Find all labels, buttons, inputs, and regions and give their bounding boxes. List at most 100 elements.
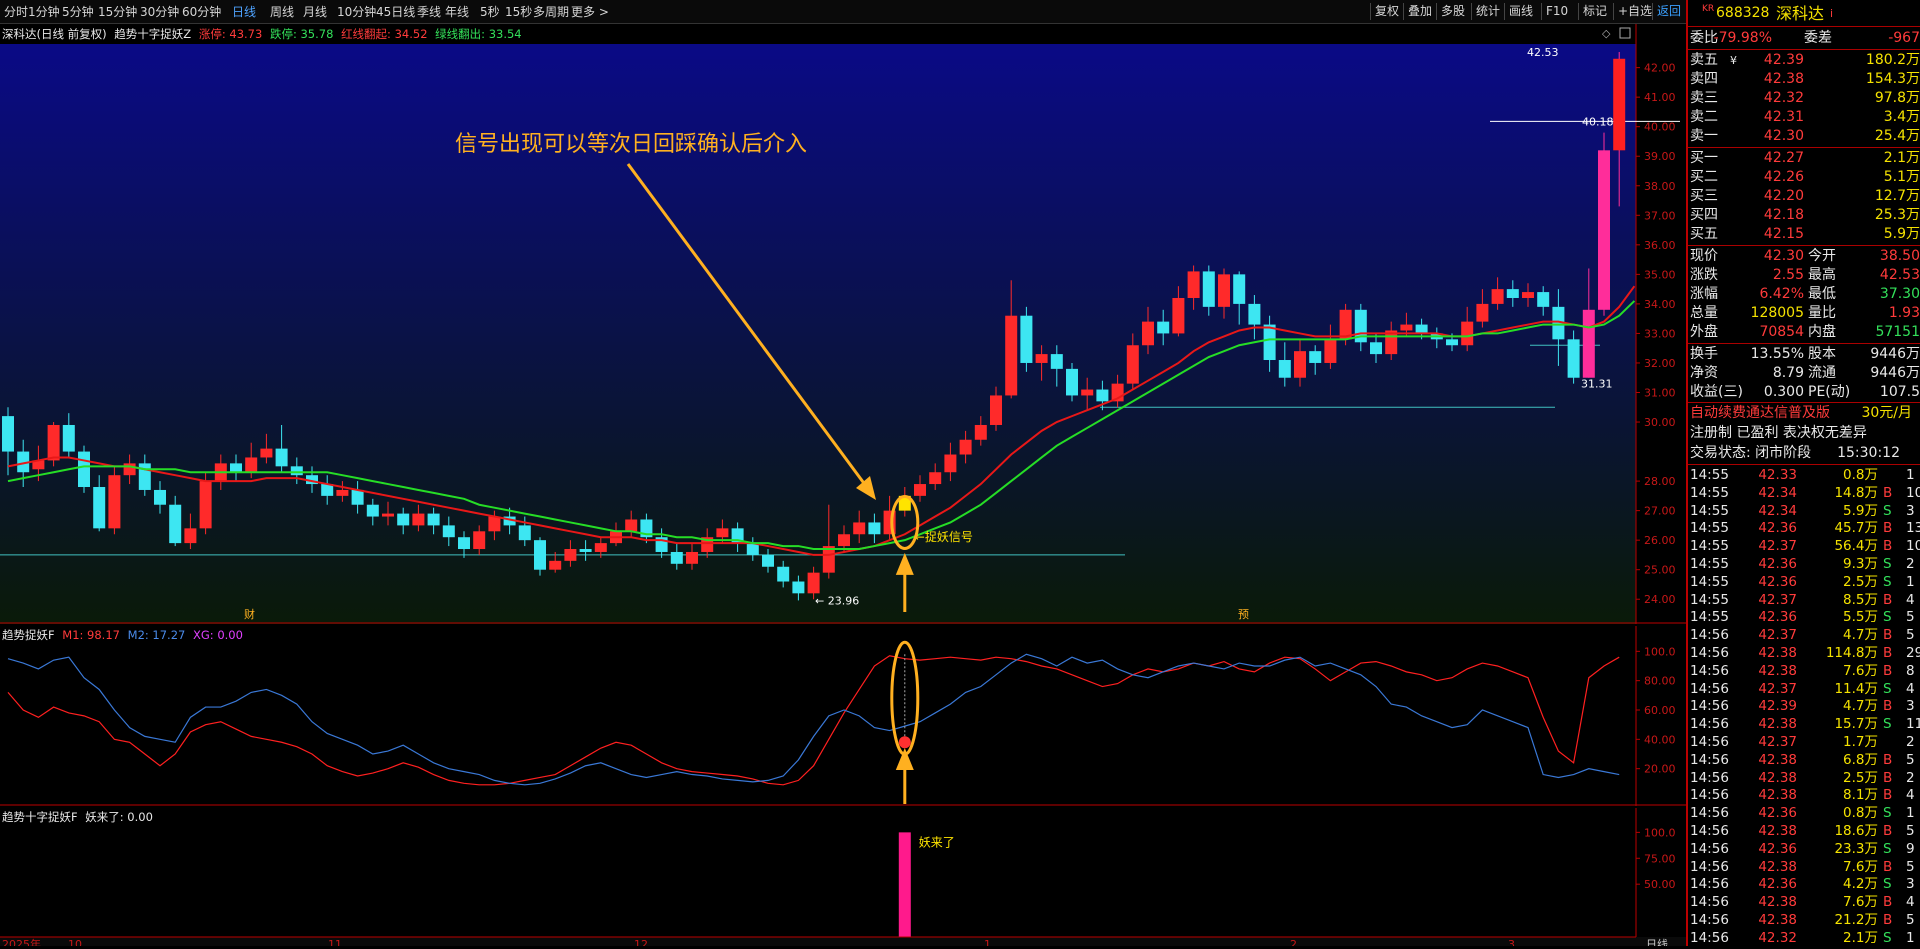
candle[interactable] — [1035, 354, 1048, 363]
candle[interactable] — [290, 466, 303, 476]
candle[interactable] — [716, 528, 729, 538]
tab-period-4[interactable]: 30分钟 — [140, 4, 179, 20]
candle[interactable] — [351, 489, 364, 505]
candle[interactable] — [1081, 389, 1094, 396]
candle[interactable] — [366, 504, 379, 517]
tab-period-12[interactable]: 年线 — [445, 4, 469, 20]
candle[interactable] — [1324, 339, 1337, 363]
candle[interactable] — [1309, 351, 1322, 363]
candle[interactable] — [1294, 351, 1306, 378]
signal-bar[interactable] — [898, 832, 911, 944]
candle[interactable] — [1567, 339, 1580, 378]
candle[interactable] — [549, 560, 562, 570]
candle[interactable] — [777, 566, 790, 582]
tab-period-14[interactable]: 15秒 — [505, 4, 532, 20]
tab-period-13[interactable]: 5秒 — [480, 4, 500, 20]
candle[interactable] — [1202, 271, 1215, 307]
candle[interactable] — [1005, 315, 1018, 396]
candle[interactable] — [1598, 150, 1610, 310]
candle[interactable] — [762, 554, 774, 567]
tab-period-0[interactable]: 分时 — [4, 4, 28, 20]
candle[interactable] — [123, 463, 136, 476]
candle[interactable] — [914, 484, 926, 496]
candle[interactable] — [1278, 360, 1291, 378]
candle[interactable] — [1172, 297, 1185, 334]
candle[interactable] — [1157, 321, 1170, 334]
candle[interactable] — [838, 534, 850, 547]
candle[interactable] — [230, 463, 242, 473]
toolbar-button-3[interactable]: 统计 — [1471, 3, 1504, 20]
candle[interactable] — [169, 504, 182, 544]
tab-period-5[interactable]: 60分钟 — [182, 4, 221, 20]
candle[interactable] — [473, 531, 486, 550]
signal-bar-chart[interactable]: 100.075.0050.00妖来了2025年 10 11 12 1 2 3 日线 — [0, 808, 1686, 949]
candle[interactable] — [822, 546, 835, 573]
candle[interactable] — [138, 463, 151, 490]
candle[interactable] — [518, 525, 531, 541]
candle[interactable] — [245, 457, 258, 473]
candle[interactable] — [1263, 324, 1276, 361]
tab-period-8[interactable]: 月线 — [303, 4, 327, 20]
candle[interactable] — [670, 551, 683, 564]
tab-period-9[interactable]: 10分钟 — [337, 4, 376, 20]
toolbar-button-0[interactable]: 复权 — [1370, 3, 1403, 20]
candle[interactable] — [1476, 303, 1489, 322]
tab-period-6[interactable]: 日线 — [232, 4, 256, 20]
toolbar-button-5[interactable]: F10 — [1541, 3, 1572, 20]
candle[interactable] — [990, 395, 1002, 425]
candle[interactable] — [1066, 368, 1078, 396]
candle[interactable] — [1506, 289, 1519, 298]
candle[interactable] — [959, 439, 972, 455]
toolbar-button-1[interactable]: 叠加 — [1403, 3, 1436, 20]
candle[interactable] — [1400, 324, 1413, 331]
candle[interactable] — [1582, 309, 1595, 378]
toolbar-button-4[interactable]: 画线 — [1504, 3, 1537, 20]
candle[interactable] — [1613, 58, 1626, 151]
candle[interactable] — [1233, 274, 1246, 304]
candle[interactable] — [154, 489, 166, 505]
candle[interactable] — [1461, 321, 1474, 346]
candle[interactable] — [1187, 271, 1200, 298]
candle[interactable] — [1370, 342, 1382, 355]
candle[interactable] — [336, 489, 349, 496]
candle[interactable] — [93, 487, 106, 529]
candle[interactable] — [184, 528, 197, 544]
candle[interactable] — [625, 519, 638, 532]
candle[interactable] — [564, 549, 577, 561]
candle[interactable] — [868, 522, 881, 535]
candle[interactable] — [1415, 324, 1428, 334]
candle[interactable] — [944, 454, 957, 473]
candle[interactable] — [1126, 345, 1139, 384]
candle[interactable] — [1248, 303, 1261, 325]
toolbar-button-7[interactable]: +自选 — [1613, 3, 1656, 20]
tab-period-15[interactable]: 多周期 — [533, 4, 569, 20]
candle[interactable] — [1096, 389, 1109, 402]
candle[interactable] — [488, 516, 501, 532]
candle[interactable] — [382, 513, 394, 517]
candle[interactable] — [442, 525, 455, 538]
candle[interactable] — [974, 424, 987, 440]
candle[interactable] — [47, 424, 60, 461]
candle[interactable] — [792, 581, 805, 594]
candle[interactable] — [78, 451, 90, 488]
candle[interactable] — [1142, 321, 1154, 346]
tab-period-10[interactable]: 45日线 — [376, 4, 415, 20]
candle[interactable] — [1537, 292, 1550, 307]
toolbar-button-8[interactable]: 返回 — [1652, 3, 1685, 20]
candle[interactable] — [199, 481, 212, 529]
candle[interactable] — [807, 572, 820, 594]
candle[interactable] — [1522, 292, 1534, 298]
candle[interactable] — [260, 448, 273, 458]
candle[interactable] — [412, 513, 425, 526]
candle[interactable] — [1050, 354, 1063, 369]
candle[interactable] — [458, 537, 470, 550]
candle[interactable] — [686, 551, 698, 564]
candle[interactable] — [594, 543, 607, 552]
candle[interactable] — [62, 424, 75, 452]
candle[interactable] — [397, 513, 410, 526]
candle[interactable] — [427, 513, 440, 526]
expand-icon[interactable] — [1619, 27, 1631, 39]
candle[interactable] — [1218, 274, 1230, 307]
candle[interactable] — [1491, 289, 1504, 304]
candle[interactable] — [275, 448, 288, 467]
